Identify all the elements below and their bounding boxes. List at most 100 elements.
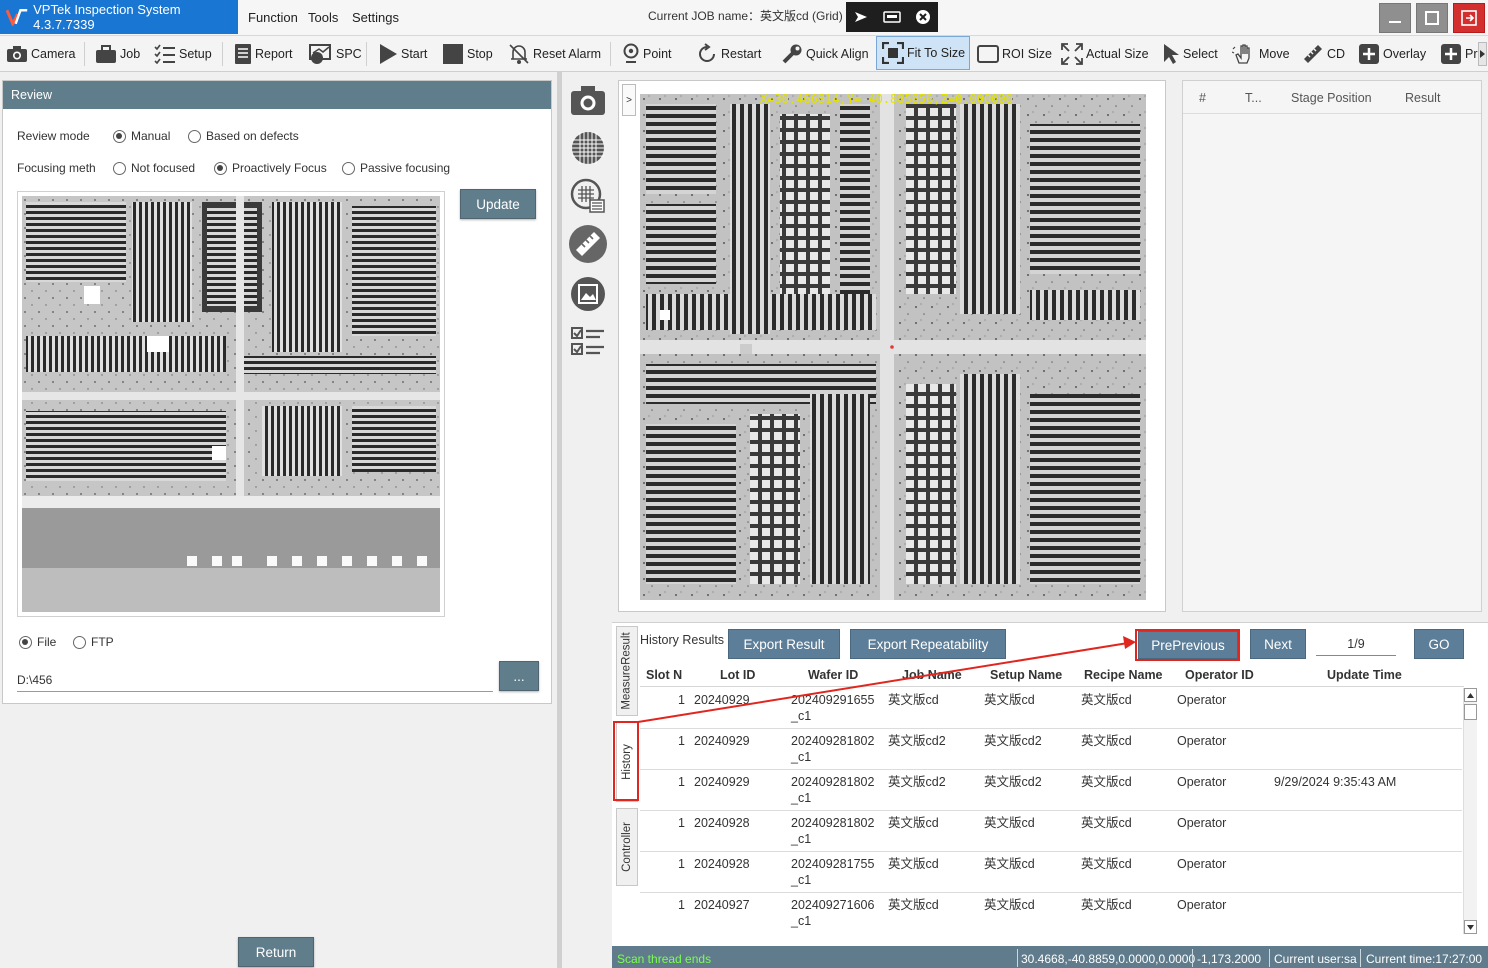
table-row[interactable]: 1 20240928 202409281755 _c1 英文版cd 英文版cd … <box>640 852 1462 893</box>
pin-window-icon[interactable] <box>853 10 869 24</box>
checklist-tool-button[interactable] <box>568 322 608 362</box>
page-input[interactable]: 1/9 <box>1316 637 1396 651</box>
menu-settings[interactable]: Settings <box>344 6 407 30</box>
report-button[interactable]: Report <box>234 36 293 72</box>
window-tools <box>846 2 938 32</box>
toolbar-overflow-button[interactable] <box>1478 42 1487 66</box>
quick-align-button[interactable]: Quick Align <box>781 36 869 72</box>
export-repeatability-button[interactable]: Export Repeatability <box>850 629 1006 659</box>
spc-button[interactable]: SPC <box>309 36 362 72</box>
radio-circle <box>73 635 86 649</box>
reset-alarm-button[interactable]: Reset Alarm <box>508 36 601 72</box>
setup-button[interactable]: Setup <box>154 36 212 72</box>
pr-button[interactable]: Pr <box>1440 36 1478 72</box>
review-panel: Review Review mode Manual Based on defec… <box>2 80 552 704</box>
radio-ftp[interactable]: FTP <box>73 635 114 649</box>
ruler-tool-button[interactable] <box>568 224 608 264</box>
col-type-header[interactable]: T... <box>1245 91 1262 105</box>
table-row[interactable]: 1 20240929 202409281802 _c1 英文版cd2 英文版cd… <box>640 770 1462 811</box>
pr-label: Pr <box>1465 47 1478 61</box>
menu-function[interactable]: Function <box>240 6 306 30</box>
col-stage-position-header[interactable]: Stage Position <box>1291 91 1372 105</box>
roi-size-button[interactable]: ROI Size <box>977 36 1052 72</box>
ruler-circle-icon <box>569 225 607 263</box>
exit-button[interactable] <box>1453 3 1485 33</box>
select-button[interactable]: Select <box>1162 36 1218 72</box>
camera-label: Camera <box>31 47 76 61</box>
table-row[interactable]: 1 20240929 202409291655 _c1 英文版cd 英文版cd … <box>640 688 1462 729</box>
col-wafer-id-header[interactable]: Wafer ID <box>808 668 858 682</box>
restart-button[interactable]: Restart <box>696 36 761 72</box>
close-circle-icon[interactable] <box>915 9 931 25</box>
col-recipe-name-header[interactable]: Recipe Name <box>1084 668 1163 682</box>
return-button[interactable]: Return <box>238 937 314 967</box>
viewer-expand-toggle[interactable]: > <box>622 84 636 116</box>
tab-measure-result[interactable]: MeasureResult <box>616 626 638 716</box>
col-update-time-header[interactable]: Update Time <box>1327 668 1402 682</box>
image-tool-button[interactable] <box>568 274 608 314</box>
col-setup-name-header[interactable]: Setup Name <box>990 668 1062 682</box>
start-button[interactable]: Start <box>378 36 427 72</box>
table-row[interactable]: 1 20240929 202409281802 _c1 英文版cd2 英文版cd… <box>640 729 1462 770</box>
update-button[interactable]: Update <box>460 189 536 219</box>
radio-manual-label: Manual <box>131 129 171 143</box>
radio-not-focused[interactable]: Not focused <box>113 161 195 175</box>
radio-passive-focusing[interactable]: Passive focusing <box>342 161 450 175</box>
cell-wafer-id: 202409291655 <box>791 693 875 707</box>
menu-tools[interactable]: Tools <box>300 6 346 30</box>
panel-splitter[interactable] <box>557 72 562 968</box>
col-slot-header[interactable]: Slot N <box>646 668 682 682</box>
col-job-name-header[interactable]: Job Name <box>902 668 962 682</box>
next-page-button[interactable]: Next <box>1250 629 1306 659</box>
cell-operator-id: Operator <box>1177 734 1227 748</box>
export-result-button[interactable]: Export Result <box>728 629 840 659</box>
camera-button[interactable]: Camera <box>6 36 75 72</box>
col-result-header[interactable]: Result <box>1405 91 1440 105</box>
live-wafer-image[interactable] <box>640 94 1146 600</box>
scroll-up-button[interactable] <box>1464 688 1477 702</box>
keyboard-icon[interactable] <box>883 10 901 24</box>
scroll-thumb[interactable] <box>1464 704 1477 720</box>
path-input[interactable]: D:\456 <box>17 673 487 687</box>
browse-button[interactable]: ... <box>499 661 539 691</box>
table-scrollbar[interactable] <box>1463 688 1477 934</box>
actual-size-button[interactable]: Actual Size <box>1061 36 1149 72</box>
capture-button[interactable] <box>568 80 608 120</box>
col-index-header[interactable]: # <box>1199 91 1206 105</box>
table-row[interactable]: 1 20240927 202409271606 _c1 英文版cd 英文版cd … <box>640 893 1462 934</box>
radio-file[interactable]: File <box>19 635 56 649</box>
hand-icon <box>1232 44 1250 64</box>
cell-recipe-name: 英文版cd <box>1081 734 1132 748</box>
scroll-down-button[interactable] <box>1464 920 1477 934</box>
radio-circle <box>19 635 32 649</box>
review-header: Review <box>3 81 551 109</box>
radio-based-on-defects[interactable]: Based on defects <box>188 129 299 143</box>
overlay-button[interactable]: Overlay <box>1358 36 1426 72</box>
stop-button[interactable]: Stop <box>442 36 493 72</box>
col-lot-id-header[interactable]: Lot ID <box>720 668 755 682</box>
job-button[interactable]: Job <box>95 36 140 72</box>
point-label: Point <box>643 47 672 61</box>
move-button[interactable]: Move <box>1232 36 1290 72</box>
minimize-button[interactable] <box>1379 3 1411 33</box>
cell-wafer-suffix: _c1 <box>791 914 812 928</box>
checklist-icon <box>154 44 175 64</box>
tab-controller[interactable]: Controller <box>616 808 638 886</box>
wafer-die-image <box>640 94 1146 600</box>
cell-wafer-suffix: _c1 <box>791 832 812 846</box>
point-button[interactable]: Point <box>622 36 672 72</box>
cell-lot-id: 20240928 <box>694 816 750 830</box>
col-operator-id-header[interactable]: Operator ID <box>1185 668 1254 682</box>
cd-button[interactable]: CD <box>1302 36 1345 72</box>
wafer-map-button[interactable] <box>568 176 608 216</box>
toolbar-divider <box>366 42 367 66</box>
table-row[interactable]: 1 20240928 202409281802 _c1 英文版cd 英文版cd … <box>640 811 1462 852</box>
go-button[interactable]: GO <box>1414 629 1464 659</box>
image-viewer[interactable] <box>618 80 1166 612</box>
fit-to-size-button[interactable]: Fit To Size <box>876 36 970 70</box>
maximize-button[interactable] <box>1416 3 1448 33</box>
grid-button[interactable] <box>568 128 608 168</box>
cell-operator-id: Operator <box>1177 775 1227 789</box>
radio-manual[interactable]: Manual <box>113 129 170 143</box>
radio-proactively-focus[interactable]: Proactively Focus <box>214 161 327 175</box>
